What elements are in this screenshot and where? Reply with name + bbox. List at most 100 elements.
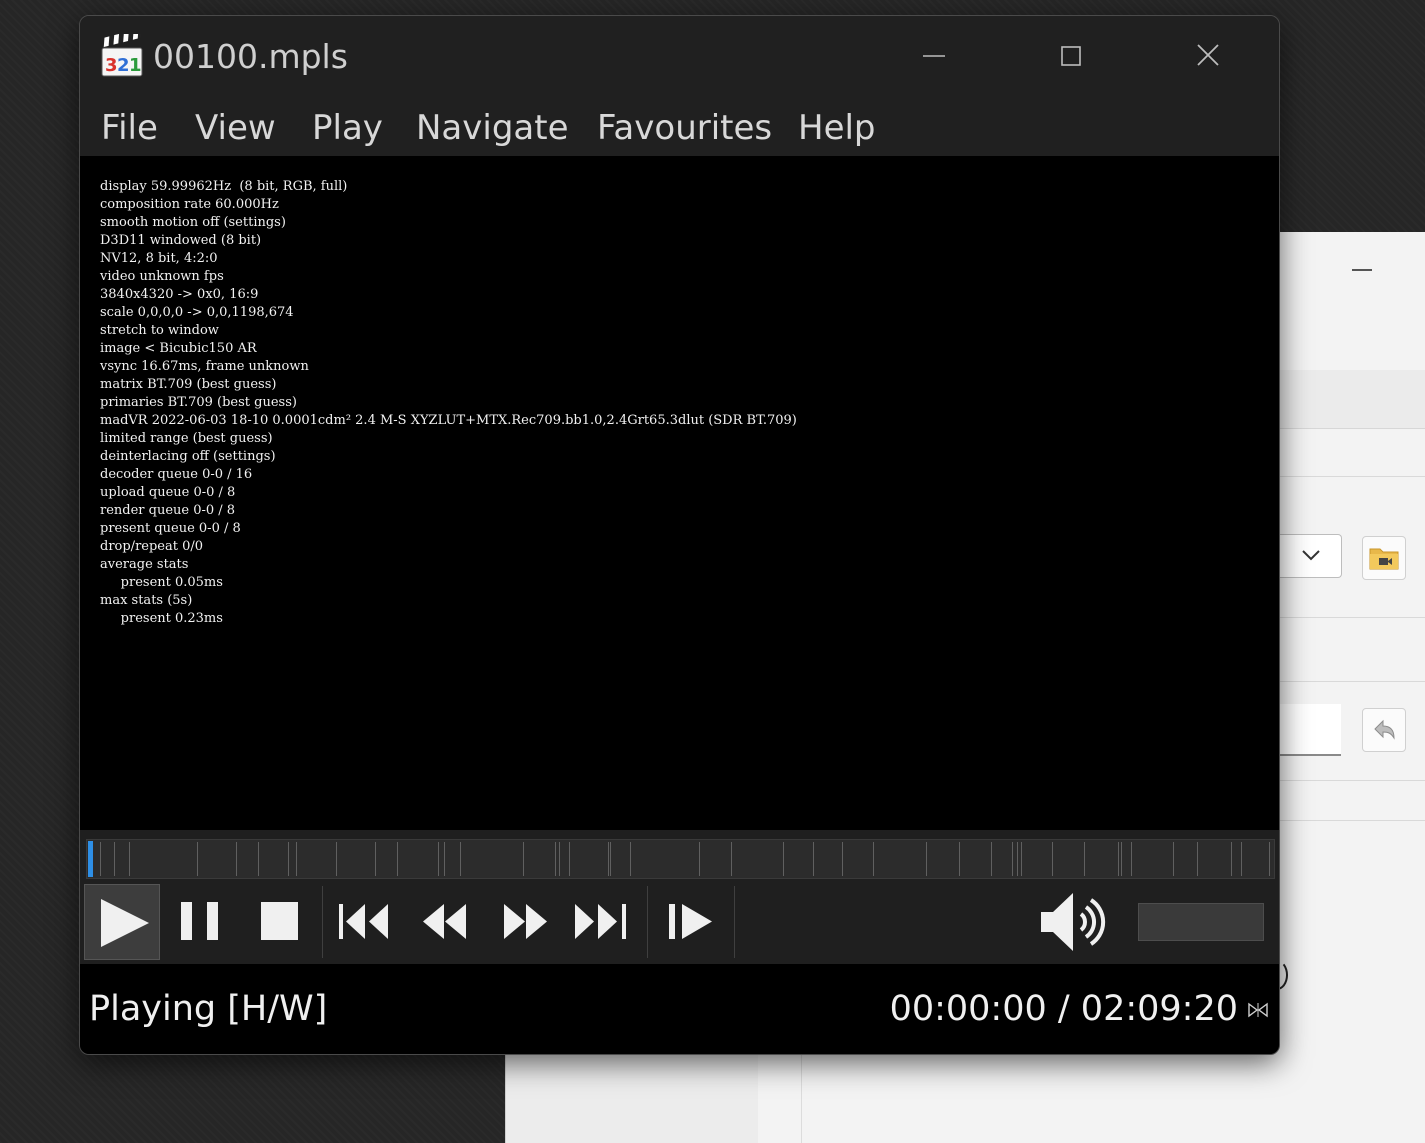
next-button[interactable] [564,884,642,960]
chapter-marker [555,842,556,876]
divider [1279,820,1425,821]
fast-forward-icon [504,904,547,939]
background-window-section [1279,370,1425,429]
close-button[interactable] [1178,34,1238,78]
minimize-button[interactable] [904,34,964,78]
renderer-stats-overlay: display 59.99962Hz (8 bit, RGB, full) com… [100,178,797,628]
divider [1279,681,1425,682]
divider [1279,780,1425,781]
chapter-marker [731,842,732,876]
background-window-panel [506,1054,758,1143]
chapter-marker [236,842,237,876]
menu-navigate[interactable]: Navigate [416,108,569,148]
menu-view[interactable]: View [195,108,276,148]
osd-line: render queue 0-0 / 8 [100,503,236,518]
osd-line: display 59.99962Hz (8 bit, RGB, full) [100,179,348,194]
seek-progress [88,841,93,877]
osd-line: present 0.05ms [100,575,223,590]
pause-button[interactable] [162,884,238,960]
fast-forward-button[interactable] [486,884,564,960]
osd-line: deinterlacing off (settings) [100,449,276,464]
chapter-marker [813,842,814,876]
osd-line: present queue 0-0 / 8 [100,521,241,536]
playback-controls [80,884,1279,964]
chapter-marker [926,842,927,876]
status-bar: Playing [H/W] 00:00:00 / 02:09:20 [80,964,1279,1054]
divider [647,886,648,958]
osd-line: D3D11 windowed (8 bit) [100,233,262,248]
volume-slider[interactable] [1138,903,1264,941]
chapter-marker [375,842,376,876]
media-player-window: 3 2 1 00100.mpls File View Play Navigate… [79,15,1280,1055]
seekbar-container [80,830,1279,884]
chapter-marker [444,842,445,876]
chapter-marker [129,842,130,876]
chapter-marker [460,842,461,876]
chevron-down-icon [1302,550,1320,561]
osd-line: scale 0,0,0,0 -> 0,0,1198,674 [100,305,294,320]
osd-line: NV12, 8 bit, 4:2:0 [100,251,218,266]
osd-line: video unknown fps [100,269,224,284]
frame-step-icon [669,904,712,939]
osd-line: max stats (5s) [100,593,193,608]
undo-button[interactable] [1362,708,1406,752]
chapter-marker [258,842,259,876]
osd-line: smooth motion off (settings) [100,215,286,230]
chapter-marker [608,842,609,876]
hw-decoder-icon [1248,1002,1268,1018]
skip-next-icon [575,904,626,939]
menu-help[interactable]: Help [798,108,876,148]
osd-line: vsync 16.67ms, frame unknown [100,359,309,374]
divider [801,1054,802,1143]
svg-text:3: 3 [105,55,118,76]
previous-button[interactable] [326,884,404,960]
osd-line: present 0.23ms [100,611,223,626]
rewind-button[interactable] [406,884,484,960]
play-icon [101,899,149,947]
osd-line: 3840x4320 -> 0x0, 16:9 [100,287,259,302]
background-window-minimize-icon[interactable] [1352,269,1372,271]
chapter-marker [1121,842,1122,876]
chapter-marker [197,842,198,876]
chapter-marker [1131,842,1132,876]
chapter-marker [397,842,398,876]
divider [1279,617,1425,618]
mute-button[interactable] [1035,884,1115,960]
pause-icon [181,902,218,940]
time-display[interactable]: 00:00:00 / 02:09:20 [890,989,1238,1029]
osd-line: matrix BT.709 (best guess) [100,377,277,392]
rewind-icon [423,904,466,939]
chapter-marker [523,842,524,876]
frame-step-button[interactable] [652,884,730,960]
chapter-marker [1269,842,1270,876]
stop-button[interactable] [241,884,317,960]
chapter-marker [783,842,784,876]
seek-bar[interactable] [86,839,1275,879]
window-title: 00100.mpls [153,37,348,76]
maximize-button[interactable] [1041,34,1101,78]
chapter-marker [114,842,115,876]
play-button[interactable] [84,884,160,960]
stop-icon [261,902,298,940]
chapter-marker [1231,842,1232,876]
menu-file[interactable]: File [101,108,158,148]
browse-folder-button[interactable] [1362,536,1406,580]
chapter-marker [1084,842,1085,876]
osd-line: limited range (best guess) [100,431,273,446]
menu-favourites[interactable]: Favourites [597,108,772,148]
menu-play[interactable]: Play [312,108,383,148]
osd-line: image < Bicubic150 AR [100,341,257,356]
video-area[interactable]: display 59.99962Hz (8 bit, RGB, full) com… [80,156,1279,830]
osd-line: madVR 2022-06-03 18-10 0.0001cdm² 2.4 M-… [100,413,797,428]
close-icon [1197,44,1219,66]
maximize-icon [1061,46,1081,66]
title-bar[interactable]: 3 2 1 00100.mpls [80,16,1279,100]
svg-text:2: 2 [117,55,130,76]
divider [734,886,735,958]
chapter-marker [959,842,960,876]
skip-previous-icon [339,904,388,939]
chapter-marker [1241,842,1242,876]
divider [1279,476,1425,477]
chapter-marker [991,842,992,876]
chapter-marker [569,842,570,876]
